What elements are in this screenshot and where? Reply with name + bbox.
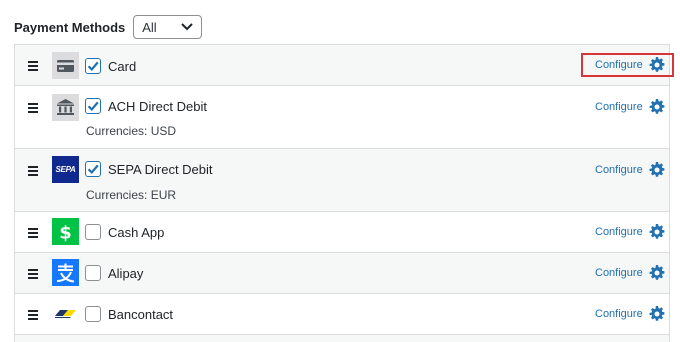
method-name: Cash App (108, 225, 165, 240)
chevron-down-icon (181, 23, 193, 31)
cash-app-logo: $ (52, 218, 79, 245)
card-checkbox[interactable] (85, 58, 101, 74)
method-name: SEPA Direct Debit (108, 162, 213, 177)
svg-text:$: $ (59, 223, 72, 244)
page-title: Payment Methods (14, 19, 126, 35)
list-item-card: Card Configure (15, 45, 674, 86)
bancontact-checkbox[interactable] (85, 306, 101, 322)
drag-handle-icon[interactable] (28, 228, 38, 238)
ach-direct-debit-checkbox[interactable] (85, 98, 101, 114)
method-name: ACH Direct Debit (108, 99, 207, 114)
drag-handle-icon[interactable] (28, 166, 38, 176)
configure-link[interactable]: Configure (595, 164, 643, 176)
list-item-ach-direct-debit: ACH Direct Debit Currencies: USD Configu… (15, 86, 669, 149)
checkmark-icon (87, 61, 99, 71)
configure-link[interactable]: Configure (595, 101, 643, 113)
drag-handle-icon[interactable] (28, 103, 38, 113)
alipay-checkbox[interactable] (85, 265, 101, 281)
gear-icon[interactable] (649, 224, 665, 240)
currencies-label: Currencies: USD (86, 124, 177, 138)
configure-link[interactable]: Configure (595, 267, 643, 279)
payment-methods-list: Card Configure ACH Direct Debit Currenci… (14, 44, 674, 342)
list-item-cash-app: $ Cash App Configure (15, 212, 669, 253)
checkmark-icon (87, 101, 99, 111)
gear-icon[interactable] (649, 306, 665, 322)
list-item-partial (15, 335, 669, 342)
filter-select[interactable]: All (133, 15, 203, 39)
configure-button-ach-direct-debit[interactable]: Configure (582, 95, 673, 119)
configure-button-sepa-direct-debit[interactable]: Configure (582, 158, 673, 182)
sepa-direct-debit-checkbox[interactable] (85, 161, 101, 177)
configure-button-card[interactable]: Configure (581, 53, 674, 77)
sepa-logo: SEPA (52, 156, 79, 183)
list-item-sepa-direct-debit: SEPA SEPA Direct Debit Currencies: EUR C… (15, 149, 669, 212)
configure-button-cash-app[interactable]: Configure (582, 220, 673, 244)
configure-button-alipay[interactable]: Configure (582, 261, 673, 285)
method-name: Bancontact (108, 307, 174, 322)
gear-icon[interactable] (649, 99, 665, 115)
gear-icon[interactable] (649, 265, 665, 281)
gear-icon[interactable] (649, 57, 665, 73)
checkmark-icon (87, 164, 99, 174)
bancontact-logo (52, 300, 79, 327)
currencies-label: Currencies: EUR (86, 188, 177, 202)
bank-icon (52, 94, 79, 121)
gear-icon[interactable] (649, 162, 665, 178)
filter-selected-value: All (142, 19, 157, 35)
payment-methods-header: Payment Methods All (14, 15, 203, 39)
list-item-alipay: Alipay Configure (15, 253, 669, 294)
cash-app-checkbox[interactable] (85, 224, 101, 240)
drag-handle-icon[interactable] (28, 269, 38, 279)
card-icon (52, 52, 79, 79)
configure-link[interactable]: Configure (595, 59, 643, 71)
method-name: Alipay (108, 266, 144, 281)
drag-handle-icon[interactable] (28, 310, 38, 320)
configure-link[interactable]: Configure (595, 308, 643, 320)
configure-link[interactable]: Configure (595, 226, 643, 238)
alipay-logo (52, 259, 79, 286)
configure-button-bancontact[interactable]: Configure (582, 302, 673, 326)
method-name: Card (108, 59, 137, 74)
list-item-bancontact: Bancontact Configure (15, 294, 669, 335)
drag-handle-icon[interactable] (28, 61, 38, 71)
